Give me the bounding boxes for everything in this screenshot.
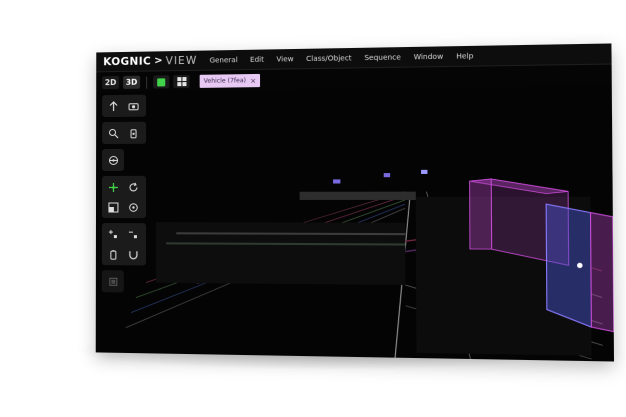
green-square-icon xyxy=(157,78,165,86)
mode-2d-button[interactable]: 2D xyxy=(102,76,119,89)
tool-group-zoom xyxy=(102,122,146,144)
tool-group-points xyxy=(102,223,146,265)
logo-chevron-icon: > xyxy=(154,55,162,66)
menu-edit[interactable]: Edit xyxy=(250,55,264,63)
arrow-up-icon xyxy=(108,100,119,111)
distant-vehicle xyxy=(421,170,427,174)
lock-tool[interactable] xyxy=(125,125,141,141)
toolbar-divider xyxy=(146,76,147,88)
lock-icon xyxy=(128,127,139,138)
scale-tool[interactable] xyxy=(105,199,121,215)
menu-general[interactable]: General xyxy=(210,56,238,65)
rotate-tool[interactable] xyxy=(125,179,141,195)
magnet-icon xyxy=(127,249,138,260)
battery-icon xyxy=(107,249,118,260)
steering-wheel-icon xyxy=(108,154,119,165)
zoom-tool[interactable] xyxy=(105,125,121,141)
logo-brand: KOGNIC xyxy=(103,55,151,68)
orbit-tool[interactable] xyxy=(125,199,141,215)
layers-tool[interactable] xyxy=(105,273,121,289)
rotate-icon xyxy=(127,181,138,192)
left-tool-palette xyxy=(102,95,146,293)
grid-view-button[interactable] xyxy=(173,75,189,88)
add-point-icon xyxy=(107,229,118,240)
point-cloud-viewport[interactable] xyxy=(96,86,614,362)
grid-icon xyxy=(177,77,186,86)
camera-tool[interactable] xyxy=(125,98,141,114)
battery-tool[interactable] xyxy=(105,246,121,262)
app-window: KOGNIC > VIEW General Edit View Class/Ob… xyxy=(96,43,614,361)
tool-group-transform xyxy=(102,176,146,218)
magnet-tool[interactable] xyxy=(125,246,141,262)
distant-vehicle xyxy=(333,179,340,183)
orbit-icon xyxy=(127,201,138,212)
up-arrow-tool[interactable] xyxy=(105,98,121,114)
camera-icon xyxy=(128,100,139,111)
tool-group-extra xyxy=(102,270,124,292)
move-tool[interactable] xyxy=(105,179,121,195)
remove-point-icon xyxy=(127,229,138,240)
distant-vehicle xyxy=(384,173,390,177)
move-icon xyxy=(107,181,118,192)
point-cloud-canvas[interactable] xyxy=(96,86,614,362)
scale-icon xyxy=(107,201,118,212)
logo-product: VIEW xyxy=(166,54,198,67)
layers-icon xyxy=(107,276,118,287)
tool-group-navigate xyxy=(102,95,146,117)
close-icon[interactable]: × xyxy=(250,77,256,85)
mode-3d-button[interactable]: 3D xyxy=(123,76,140,89)
zoom-icon xyxy=(108,127,119,138)
menu-class-object[interactable]: Class/Object xyxy=(306,54,352,63)
steering-tool[interactable] xyxy=(105,152,121,168)
menu-sequence[interactable]: Sequence xyxy=(364,53,401,62)
selected-vehicle-cuboid[interactable] xyxy=(546,204,614,332)
add-point-tool[interactable] xyxy=(105,226,121,242)
selected-object-label: Vehicle (7fea) xyxy=(204,77,246,85)
single-view-button[interactable] xyxy=(153,75,169,88)
menu-window[interactable]: Window xyxy=(414,52,444,61)
selected-object-tag[interactable]: Vehicle (7fea) × xyxy=(200,74,261,88)
remove-point-tool[interactable] xyxy=(125,226,141,242)
app-logo: KOGNIC > VIEW xyxy=(103,54,197,68)
tool-group-drive xyxy=(102,149,124,171)
menu-help[interactable]: Help xyxy=(456,52,473,61)
menu-view[interactable]: View xyxy=(276,55,293,63)
